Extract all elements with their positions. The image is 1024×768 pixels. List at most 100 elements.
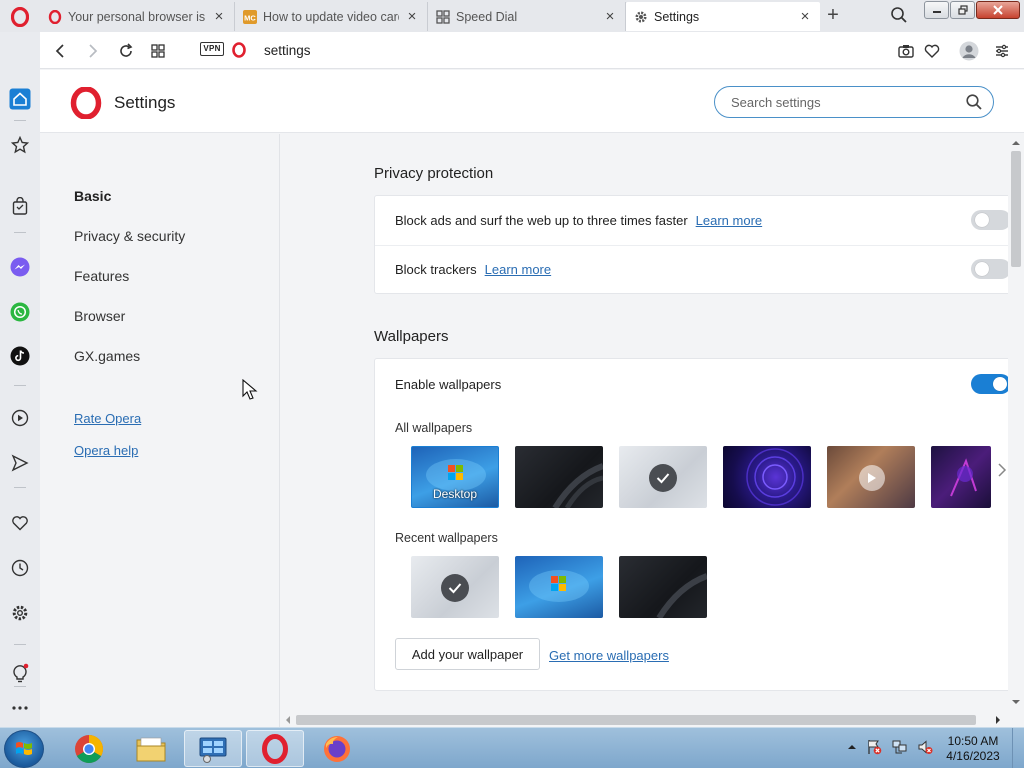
show-desktop-button[interactable] [1012,728,1024,768]
search-icon[interactable] [965,93,983,111]
tab-video-card[interactable]: MC How to update video card × [235,2,428,31]
sidebar-item-bookmarks[interactable] [8,133,32,157]
close-window-button[interactable] [976,1,1020,19]
taskbar-explorer[interactable] [122,730,180,767]
chevron-right-icon[interactable] [995,463,1008,477]
nav-item-privacy-security[interactable]: Privacy & security [74,228,185,244]
horizontal-scrollbar[interactable] [281,712,1008,727]
tab-search-button[interactable] [890,6,910,26]
sidebar-more-button[interactable] [8,696,32,720]
sidebar-item-history[interactable] [8,556,32,580]
tab-speed-dial[interactable]: Speed Dial × [428,2,626,31]
back-arrow-icon [55,44,64,58]
wallpaper-thumb-dark[interactable] [515,446,603,508]
restore-icon [957,5,968,15]
snapshot-button[interactable] [896,41,916,61]
tab-close-icon[interactable]: × [405,9,419,24]
clock-icon [11,559,29,577]
reload-icon [120,43,133,57]
tab-close-icon[interactable]: × [212,9,226,24]
wallpaper-thumb-game[interactable] [827,446,915,508]
wallpaper-thumb-neon[interactable] [931,446,991,508]
scroll-left-icon[interactable] [283,715,293,725]
nav-item-gx-games[interactable]: GX.games [74,348,140,364]
tab-opera-home[interactable]: Your personal browser is a × [40,2,235,31]
search-input[interactable] [731,93,951,111]
start-button[interactable] [4,730,44,768]
forward-button[interactable] [83,41,103,61]
camera-icon [898,45,914,58]
block-ads-learn-more-link[interactable]: Learn more [696,213,762,228]
scroll-up-icon[interactable] [1011,138,1021,148]
sidebar-item-home[interactable] [8,87,32,111]
tray-network[interactable] [892,739,908,755]
recent-wallpaper-windows[interactable] [515,556,603,618]
opera-menu-button[interactable] [6,6,34,28]
vpn-badge[interactable]: VPN [200,42,224,56]
wallpaper-thumb-light-selected[interactable] [619,446,707,508]
easy-setup-button[interactable] [992,41,1012,61]
tab-close-icon[interactable]: × [798,9,812,24]
minimize-button[interactable] [924,1,949,19]
block-trackers-learn-more-link[interactable]: Learn more [485,262,551,277]
reload-button[interactable] [116,41,136,61]
tab-overview-button[interactable] [148,41,168,61]
tray-volume[interactable] [917,739,933,755]
nav-item-basic[interactable]: Basic [74,188,111,204]
opera-logo-icon [70,87,102,119]
url-text[interactable]: settings [264,43,311,58]
new-tab-button[interactable]: + [822,5,844,26]
enable-wallpapers-toggle[interactable] [971,374,1008,394]
rate-opera-link[interactable]: Rate Opera [74,411,141,426]
wallpaper-thumb-purple[interactable] [723,446,811,508]
taskbar-firefox[interactable] [308,730,366,767]
restore-button[interactable] [950,1,975,19]
bookmark-button[interactable] [922,41,942,61]
vertical-scrollbar[interactable] [1008,134,1024,712]
nav-item-browser[interactable]: Browser [74,308,125,324]
taskbar-clock[interactable]: 10:50 AM 4/16/2023 [940,734,1006,764]
sidebar-item-settings[interactable] [8,601,32,625]
sidebar-item-tiktok[interactable] [8,344,32,368]
search-box [714,86,994,118]
windows-logo-icon [16,742,32,755]
get-more-wallpapers-link[interactable]: Get more wallpapers [549,648,669,663]
chrome-icon [75,734,103,763]
scroll-right-icon[interactable] [993,715,1003,725]
toggle-knob [993,377,1007,391]
sidebar-item-send[interactable] [8,451,32,475]
add-wallpaper-button[interactable]: Add your wallpaper [395,638,540,670]
recent-wallpaper-light[interactable] [411,556,499,618]
tray-action-center[interactable] [866,739,882,755]
scroll-down-icon[interactable] [1011,697,1021,707]
horizontal-scroll-thumb[interactable] [296,715,976,725]
check-icon [448,583,462,594]
forward-arrow-icon [89,44,98,58]
clock-date: 4/16/2023 [946,749,1000,763]
sidebar-item-pinboards[interactable] [8,511,32,535]
check-icon [656,473,670,484]
vertical-scroll-thumb[interactable] [1011,151,1021,267]
taskbar-opera[interactable] [246,730,304,767]
sidebar-item-shopping[interactable] [8,194,32,218]
taskbar-control-panel[interactable] [184,730,242,767]
star-icon [11,136,29,154]
opera-help-link[interactable]: Opera help [74,443,138,458]
block-trackers-toggle[interactable] [971,259,1008,279]
profile-button[interactable] [959,41,979,61]
sidebar-item-player[interactable] [8,406,32,430]
nav-item-features[interactable]: Features [74,268,129,284]
block-trackers-text: Block trackers [395,262,477,277]
sidebar-item-whatsapp[interactable] [8,300,32,324]
tab-settings[interactable]: Settings × [626,2,820,31]
lightbulb-icon [13,663,29,683]
block-ads-toggle[interactable] [971,210,1008,230]
sidebar-item-messenger[interactable] [8,255,32,279]
tray-show-hidden-button[interactable] [844,739,860,755]
sidebar-item-tips[interactable] [8,661,32,685]
wallpaper-thumb-desktop[interactable]: Desktop [411,446,499,508]
taskbar-chrome[interactable] [60,730,118,767]
tab-close-icon[interactable]: × [603,9,617,24]
recent-wallpaper-dark[interactable] [619,556,707,618]
back-button[interactable] [50,41,70,61]
